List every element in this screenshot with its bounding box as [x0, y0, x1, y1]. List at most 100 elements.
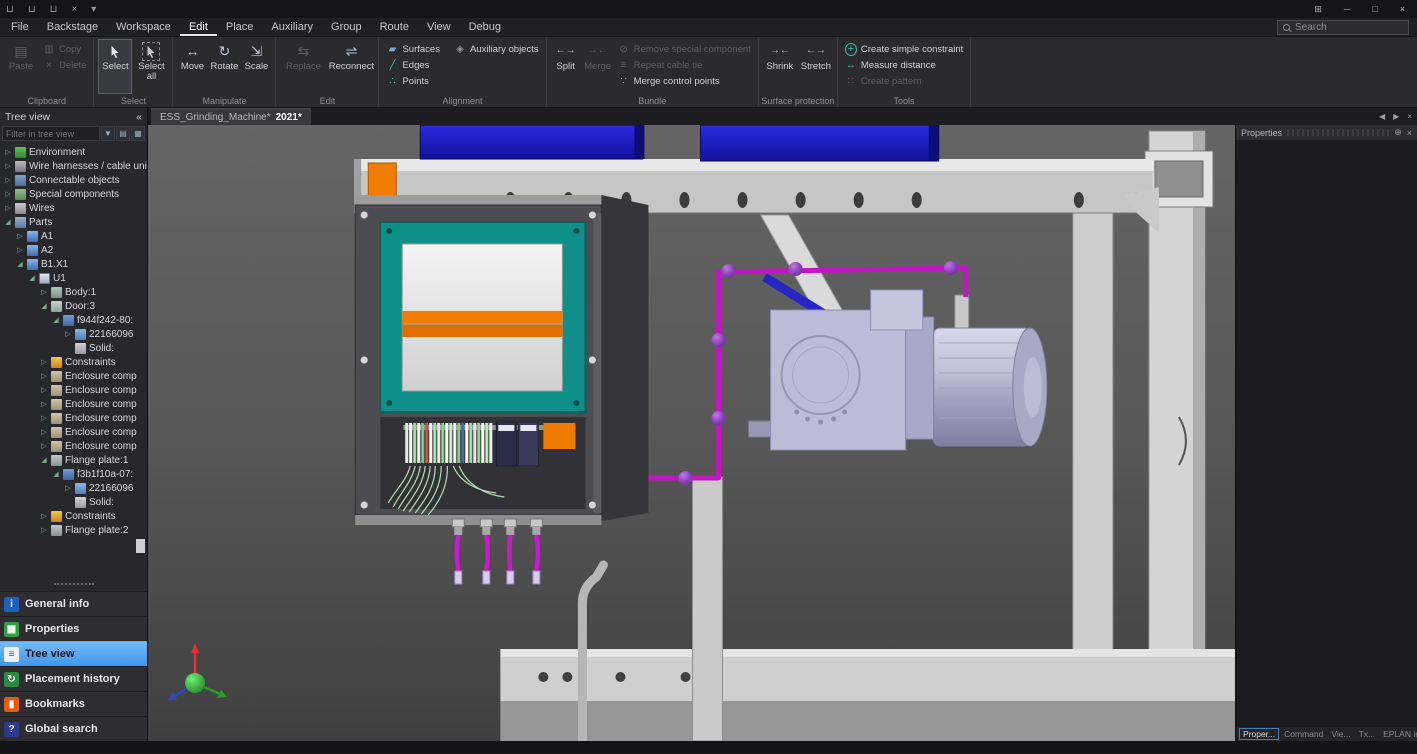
layout-button[interactable]: ⊞ — [1314, 4, 1322, 15]
din-rail-lower[interactable] — [402, 325, 562, 337]
collapse-panel-icon[interactable]: « — [136, 111, 142, 123]
select-button[interactable]: Select — [98, 39, 132, 94]
document-tab[interactable]: ESS_Grinding_Machine* 2021* — [151, 108, 311, 125]
dock-tab-eplanint[interactable]: EPLAN int — [1380, 729, 1417, 739]
expander-icon[interactable]: ◢ — [52, 470, 60, 478]
menu-tab-workspace[interactable]: Workspace — [107, 19, 180, 36]
tree-item-wire-harnesses-cable-uni[interactable]: ▷ Wire harnesses / cable uni — [0, 159, 147, 173]
surfaces-button[interactable]: ▰ Surfaces — [383, 42, 443, 57]
move-button[interactable]: ↔ Move — [177, 39, 207, 94]
menu-tab-place[interactable]: Place — [217, 19, 263, 36]
scroll-tabs-left-icon[interactable]: ◀ — [1379, 112, 1385, 121]
properties-panel-header[interactable]: Properties ⊕ × — [1236, 125, 1417, 140]
expander-icon[interactable]: ▷ — [4, 162, 12, 170]
auxiliary-objects-button[interactable]: ◈ Auxiliary objects — [451, 42, 542, 57]
tree-item-connectable-objects[interactable]: ▷ Connectable objects — [0, 173, 147, 187]
tree-item-enclosure-comp[interactable]: ▷ Enclosure comp — [0, 369, 147, 383]
expander-icon[interactable]: ◢ — [28, 274, 36, 282]
shrink-button[interactable]: →← Shrink — [763, 39, 797, 94]
menu-tab-file[interactable]: File — [2, 19, 38, 36]
panel-button-general-info[interactable]: iGeneral info — [0, 591, 147, 616]
tree-item-constraints[interactable]: ▷ Constraints — [0, 509, 147, 523]
save-icon[interactable]: ⊔ — [50, 4, 58, 15]
close-tab-icon[interactable]: × — [1407, 112, 1412, 121]
dock-tab-proper[interactable]: Proper... — [1239, 728, 1279, 740]
expander-icon[interactable]: ▷ — [40, 414, 48, 422]
select-all-button[interactable]: Select all — [134, 39, 168, 94]
pin-icon[interactable]: ⊕ — [1394, 127, 1402, 138]
create-simple-constraint-button[interactable]: + Create simple constraint — [842, 42, 966, 57]
expander-icon[interactable]: ◢ — [4, 218, 12, 226]
replace-button[interactable]: ⇆ Replace — [280, 39, 326, 94]
menu-tab-edit[interactable]: Edit — [180, 19, 217, 36]
cable-duct[interactable] — [543, 423, 575, 449]
panel-splitter[interactable] — [54, 583, 94, 591]
points-button[interactable]: ∴ Points — [383, 74, 541, 89]
repeat-cable-tie-button[interactable]: ≡ Repeat cable tie — [615, 58, 754, 73]
rotate-button[interactable]: ↻ Rotate — [209, 39, 239, 94]
tree-item-solid-[interactable]: Solid: — [0, 495, 147, 509]
expander-icon[interactable]: ▷ — [40, 288, 48, 296]
import-icon[interactable]: ⊔ — [6, 4, 14, 15]
filter-button[interactable]: ▼ — [101, 126, 115, 141]
panel-button-global-search[interactable]: ?Global search — [0, 716, 147, 741]
tree-item-special-components[interactable]: ▷ Special components — [0, 187, 147, 201]
expander-icon[interactable]: ▷ — [64, 484, 72, 492]
expander-icon[interactable]: ▷ — [40, 428, 48, 436]
tree-item-f944f242-80-[interactable]: ◢ f944f242-80: — [0, 313, 147, 327]
delete-button[interactable]: × Delete — [40, 58, 89, 73]
delete-icon[interactable]: × — [71, 4, 77, 15]
tree-item-enclosure-comp[interactable]: ▷ Enclosure comp — [0, 411, 147, 425]
menu-tab-group[interactable]: Group — [322, 19, 371, 36]
tree-item-body-1[interactable]: ▷ Body:1 — [0, 285, 147, 299]
dock-tab-vie[interactable]: Vie... — [1328, 729, 1353, 739]
tree-item-u1[interactable]: ◢ U1 — [0, 271, 147, 285]
tree-item-a1[interactable]: ▷ A1 — [0, 229, 147, 243]
expander-icon[interactable]: ▷ — [40, 386, 48, 394]
tree-item-flange-plate-2[interactable]: ▷ Flange plate:2 — [0, 523, 147, 537]
expander-icon[interactable]: ◢ — [40, 456, 48, 464]
tree-item-enclosure-comp[interactable]: ▷ Enclosure comp — [0, 439, 147, 453]
dock-tab-tx[interactable]: Tx... — [1356, 729, 1379, 739]
tree-item-a2[interactable]: ▷ A2 — [0, 243, 147, 257]
3d-viewport[interactable] — [148, 125, 1235, 741]
expander-icon[interactable]: ▷ — [64, 330, 72, 338]
tree-item-b1-x1[interactable]: ◢ B1.X1 — [0, 257, 147, 271]
expander-icon[interactable]: ▷ — [40, 512, 48, 520]
tree-view[interactable]: ▷ Environment ▷ Wire harnesses / cable u… — [0, 143, 147, 580]
export-icon[interactable]: ⊔ — [28, 4, 36, 15]
tree-item-f3b1f10a-07-[interactable]: ◢ f3b1f10a-07: — [0, 467, 147, 481]
expander-icon[interactable]: ▷ — [40, 400, 48, 408]
expander-icon[interactable]: ◢ — [40, 302, 48, 310]
reconnect-button[interactable]: ⇌ Reconnect — [328, 39, 374, 94]
merge-control-points-button[interactable]: ∵ Merge control points — [615, 74, 754, 89]
tree-item-door-3[interactable]: ◢ Door:3 — [0, 299, 147, 313]
panel-button-tree-view[interactable]: ≡Tree view — [0, 641, 147, 666]
menu-tab-auxiliary[interactable]: Auxiliary — [262, 19, 322, 36]
tree-item-wires[interactable]: ▷ Wires — [0, 201, 147, 215]
tree-item-parts[interactable]: ◢ Parts — [0, 215, 147, 229]
tree-settings-button[interactable]: ▤ — [116, 126, 130, 141]
tree-item-enclosure-comp[interactable]: ▷ Enclosure comp — [0, 383, 147, 397]
viewport-background[interactable] — [148, 125, 1235, 741]
din-rail-upper[interactable] — [402, 311, 562, 323]
menu-tab-debug[interactable]: Debug — [460, 19, 510, 36]
tree-scrollbar-thumb[interactable] — [136, 539, 145, 553]
minimize-button[interactable]: ─ — [1344, 4, 1350, 15]
menu-tab-backstage[interactable]: Backstage — [38, 19, 107, 36]
expander-icon[interactable]: ▷ — [16, 232, 24, 240]
expander-icon[interactable]: ◢ — [16, 260, 24, 268]
expander-icon[interactable]: ▷ — [4, 190, 12, 198]
dock-tab-command[interactable]: Command — [1281, 729, 1326, 739]
customize-dropdown-icon[interactable]: ▾ — [91, 4, 96, 15]
expander-icon[interactable]: ◢ — [52, 316, 60, 324]
3d-viewport-scene[interactable] — [148, 125, 1235, 741]
remove-special-component-button[interactable]: ⊘ Remove special component — [615, 42, 754, 57]
close-button[interactable]: × — [1400, 4, 1405, 15]
expander-icon[interactable]: ▷ — [40, 372, 48, 380]
stretch-button[interactable]: ←→ Stretch — [799, 39, 833, 94]
tree-item-22166096[interactable]: ▷ 22166096 — [0, 327, 147, 341]
copy-button[interactable]: ▥ Copy — [40, 42, 89, 57]
measure-distance-button[interactable]: ↔ Measure distance — [842, 58, 966, 73]
search-input[interactable]: Search — [1277, 20, 1409, 35]
